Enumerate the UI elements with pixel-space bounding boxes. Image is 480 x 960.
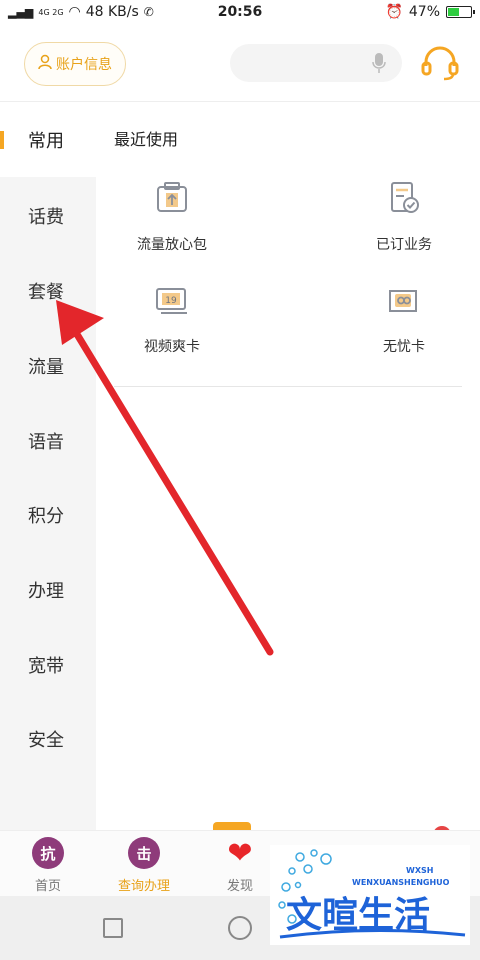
search-input[interactable]	[230, 44, 402, 82]
section-divider	[114, 386, 462, 387]
user-icon	[38, 54, 52, 74]
sidebar-item-plan[interactable]: 套餐	[0, 254, 96, 328]
header: 账户信息	[0, 26, 480, 102]
nav-home[interactable]: 抗 首页	[8, 837, 88, 894]
heart-icon: ❤	[227, 835, 253, 871]
tile-worry-free-card[interactable]: 无忧卡	[334, 282, 474, 356]
tile-subscribed-services[interactable]: 已订业务	[334, 180, 474, 254]
tile-label: 无忧卡	[383, 339, 425, 355]
watermark-tag: WXSH	[406, 866, 434, 875]
recent-section-title: 最近使用	[114, 130, 179, 149]
subscribed-doc-icon	[391, 182, 419, 213]
nav-label: 查询办理	[117, 879, 170, 894]
svg-text:19: 19	[165, 296, 177, 306]
status-bar: ▂▄▆ 4G 2G ◠ 48 KB/s ✆ 20:56 ⏰ 47%	[0, 0, 480, 26]
sidebar-item-common[interactable]: 常用	[0, 103, 96, 177]
sidebar-item-phone-bill[interactable]: 话费	[0, 179, 96, 253]
recents-button[interactable]	[103, 918, 123, 938]
microphone-icon[interactable]	[372, 52, 386, 74]
sidebar-item-handle[interactable]: 办理	[0, 553, 96, 627]
query-icon: 击	[128, 837, 160, 869]
sidebar-item-voice[interactable]: 语音	[0, 404, 96, 478]
sim-card-icon	[389, 290, 417, 312]
tile-label: 流量放心包	[137, 237, 207, 253]
package-icon	[157, 182, 187, 212]
nav-query-handle[interactable]: 击 查询办理	[104, 837, 184, 894]
battery-icon	[446, 6, 475, 18]
nav-label: 首页	[34, 879, 61, 894]
home-button[interactable]	[228, 916, 252, 940]
battery-percent: 47%	[408, 4, 440, 20]
category-sidebar: 常用 话费 套餐 流量 语音 积分 办理 宽带 安全	[0, 103, 96, 830]
sidebar-item-data[interactable]: 流量	[0, 329, 96, 403]
video-card-icon: 19	[156, 288, 187, 314]
tile-label: 已订业务	[376, 237, 432, 253]
home-icon: 抗	[32, 837, 64, 869]
tile-data-package[interactable]: 流量放心包	[102, 180, 242, 254]
sidebar-item-points[interactable]: 积分	[0, 478, 96, 552]
status-right: ⏰ 47%	[385, 4, 475, 20]
customer-service-icon[interactable]	[420, 42, 460, 82]
tile-label: 视频爽卡	[144, 339, 200, 355]
watermark-title: 文暄生活	[286, 895, 431, 936]
account-info-label: 账户信息	[56, 57, 112, 73]
sidebar-item-broadband[interactable]: 宽带	[0, 628, 96, 702]
alarm-icon: ⏰	[385, 4, 403, 20]
nav-discover[interactable]: ❤ 发现	[200, 835, 280, 895]
sidebar-item-security[interactable]: 安全	[0, 702, 96, 776]
nav-label: 发现	[226, 879, 253, 894]
account-info-button[interactable]: 账户信息	[24, 42, 126, 86]
tile-video-card[interactable]: 19 视频爽卡	[102, 282, 242, 356]
